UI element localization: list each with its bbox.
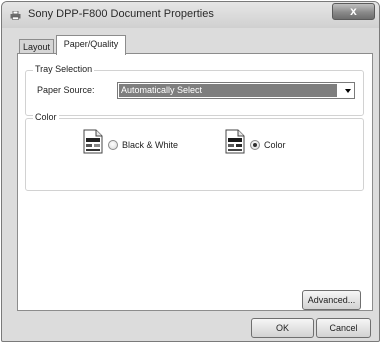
dialog-client-area: Layout Paper/Quality Tray Selection Pape… — [7, 28, 374, 341]
tab-paper-quality-label: Paper/Quality — [63, 39, 119, 49]
paper-source-value: Automatically Select — [119, 84, 337, 97]
chevron-down-icon — [345, 89, 351, 93]
close-icon: x — [350, 4, 357, 18]
tab-layout[interactable]: Layout — [19, 39, 54, 54]
tray-selection-title: Tray Selection — [33, 64, 95, 74]
paper-source-select[interactable]: Automatically Select — [117, 82, 355, 99]
cancel-button[interactable]: Cancel — [316, 318, 371, 338]
color-radio[interactable] — [250, 140, 260, 150]
printer-icon — [10, 11, 21, 20]
color-radio-dot — [253, 143, 257, 147]
document-properties-window: Sony DPP-F800 Document Properties x Layo… — [1, 1, 380, 342]
tray-selection-group: Tray Selection Paper Source: Automatical… — [25, 64, 364, 116]
ok-button[interactable]: OK — [251, 318, 314, 338]
black-white-radio[interactable] — [108, 140, 118, 150]
color-document-icon — [225, 129, 245, 154]
tab-paper-quality[interactable]: Paper/Quality — [56, 35, 126, 55]
color-group: Color Black & White Color — [25, 112, 364, 191]
advanced-button[interactable]: Advanced... — [302, 290, 361, 310]
window-title: Sony DPP-F800 Document Properties — [28, 8, 214, 20]
close-button[interactable]: x — [332, 3, 375, 20]
paper-source-label: Paper Source: — [37, 85, 95, 95]
paper-quality-page: Tray Selection Paper Source: Automatical… — [17, 53, 373, 311]
bw-document-icon — [83, 129, 103, 154]
title-bar: Sony DPP-F800 Document Properties x — [2, 2, 379, 28]
tab-layout-label: Layout — [22, 42, 51, 52]
color-group-title: Color — [33, 112, 59, 122]
black-white-label[interactable]: Black & White — [122, 140, 178, 150]
color-label[interactable]: Color — [264, 140, 286, 150]
